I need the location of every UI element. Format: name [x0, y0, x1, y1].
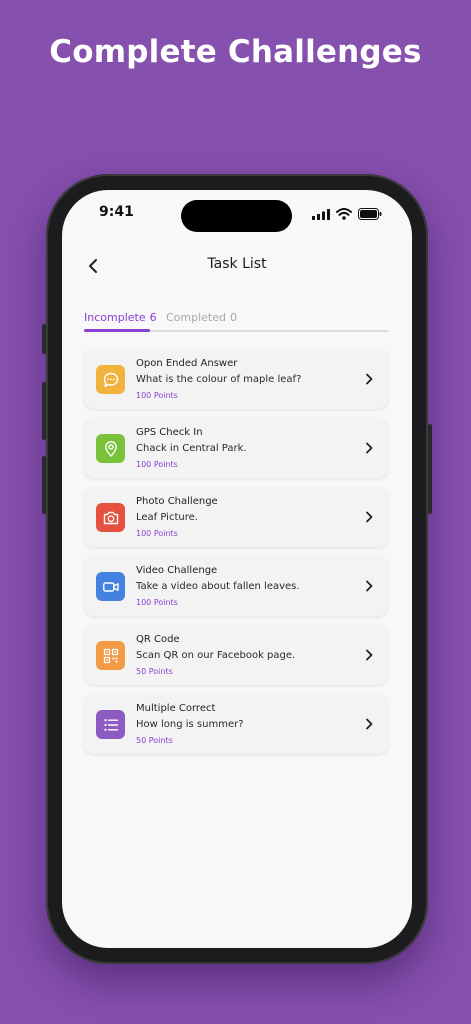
task-icon-tile [96, 710, 125, 739]
task-title: Photo Challenge [136, 496, 218, 507]
task-description: Take a video about fallen leaves. [136, 581, 300, 592]
camera-icon [103, 511, 118, 524]
task-description: Scan QR on our Facebook page. [136, 650, 296, 661]
phone-side-button [42, 382, 46, 440]
chevron-right-icon [366, 718, 373, 730]
checklist-icon [104, 718, 118, 731]
chevron-right-icon [366, 442, 373, 454]
task-card[interactable]: Opon Ended Answer What is the colour of … [84, 349, 388, 409]
task-points: 100 Points [136, 598, 178, 607]
task-icon-tile [96, 365, 125, 394]
phone-side-button [42, 456, 46, 514]
tab-label: Incomplete [84, 311, 146, 324]
tab-incomplete[interactable]: Incomplete 6 [84, 311, 157, 324]
phone-frame: 9:41 Task List Incomplete 6 Completed 0 … [42, 174, 432, 964]
video-camera-icon [102, 581, 119, 592]
task-description: How long is summer? [136, 719, 244, 730]
tab-bar: Incomplete 6 Completed 0 [84, 311, 388, 331]
task-card[interactable]: Photo Challenge Leaf Picture. 100 Points [84, 487, 388, 547]
task-card[interactable]: GPS Check In Chack in Central Park. 100 … [84, 418, 388, 478]
chevron-right-icon [366, 649, 373, 661]
headline: Complete Challenges [49, 34, 422, 70]
task-points: 100 Points [136, 460, 178, 469]
map-pin-icon [104, 440, 117, 457]
dynamic-island [181, 200, 292, 232]
phone-side-button [428, 424, 432, 514]
wifi-icon [336, 208, 352, 220]
speech-bubble-icon [103, 372, 118, 387]
task-title: Multiple Correct [136, 703, 216, 714]
task-icon-tile [96, 572, 125, 601]
status-icons [312, 208, 382, 220]
tab-completed[interactable]: Completed 0 [166, 311, 237, 324]
chevron-right-icon [366, 373, 373, 385]
task-points: 50 Points [136, 667, 173, 676]
tab-label: Completed [166, 311, 226, 324]
active-tab-indicator [84, 329, 150, 332]
task-points: 100 Points [136, 391, 178, 400]
cellular-signal-icon [312, 208, 330, 220]
task-title: GPS Check In [136, 427, 203, 438]
task-title: Video Challenge [136, 565, 218, 576]
tab-count: 6 [149, 311, 157, 324]
qr-code-icon [103, 648, 118, 663]
status-time: 9:41 [99, 204, 134, 220]
task-card[interactable]: QR Code Scan QR on our Facebook page. 50… [84, 625, 388, 685]
page-title: Task List [207, 256, 267, 272]
phone-side-button [42, 324, 46, 354]
task-description: Leaf Picture. [136, 512, 198, 523]
task-points: 50 Points [136, 736, 173, 745]
task-title: Opon Ended Answer [136, 358, 238, 369]
chevron-right-icon [366, 511, 373, 523]
tab-count: 0 [230, 311, 237, 324]
task-title: QR Code [136, 634, 180, 645]
task-description: Chack in Central Park. [136, 443, 247, 454]
task-card[interactable]: Video Challenge Take a video about falle… [84, 556, 388, 616]
task-description: What is the colour of maple leaf? [136, 374, 302, 385]
task-icon-tile [96, 503, 125, 532]
phone-screen: 9:41 Task List Incomplete 6 Completed 0 … [62, 190, 412, 948]
task-icon-tile [96, 641, 125, 670]
battery-icon [358, 208, 382, 220]
task-list: Opon Ended Answer What is the colour of … [84, 349, 388, 763]
task-icon-tile [96, 434, 125, 463]
chevron-right-icon [366, 580, 373, 592]
task-card[interactable]: Multiple Correct How long is summer? 50 … [84, 694, 388, 754]
task-points: 100 Points [136, 529, 178, 538]
